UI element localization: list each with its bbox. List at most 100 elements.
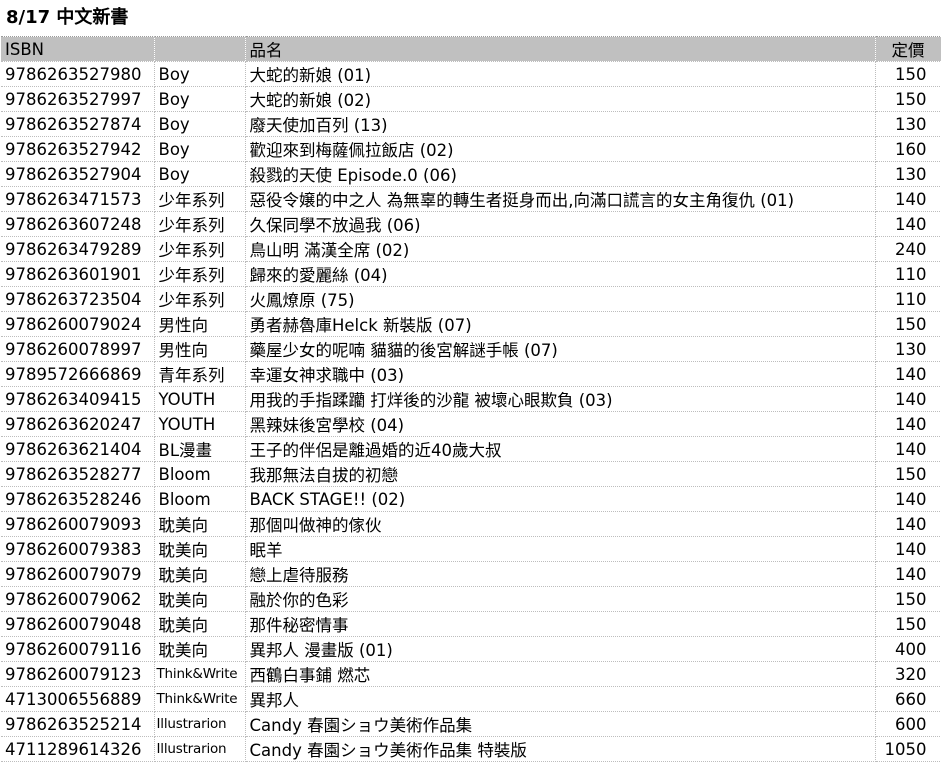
name-cell[interactable]: 惡役令嬢的中之人 為無辜的轉生者挺身而出,向滿口謊言的女主角復仇 (01): [245, 186, 876, 212]
category-cell[interactable]: Think&Write: [154, 661, 246, 687]
isbn-cell[interactable]: 9786260079079: [1, 561, 155, 587]
name-cell[interactable]: 異邦人 漫畫版 (01): [245, 636, 876, 662]
name-cell[interactable]: 那個叫做神的傢伙: [245, 511, 876, 537]
price-cell[interactable]: 140: [875, 361, 941, 387]
isbn-cell[interactable]: 9786263527980: [1, 61, 155, 87]
category-cell[interactable]: Bloom: [154, 486, 246, 512]
isbn-cell[interactable]: 9786260079383: [1, 536, 155, 562]
isbn-cell[interactable]: 9786260079123: [1, 661, 155, 687]
isbn-cell[interactable]: 9786260079024: [1, 311, 155, 337]
name-cell[interactable]: 大蛇的新娘 (01): [245, 61, 876, 87]
name-cell[interactable]: 歡迎來到梅薩佩拉飯店 (02): [245, 136, 876, 162]
price-cell[interactable]: 240: [875, 236, 941, 262]
price-cell[interactable]: 130: [875, 111, 941, 137]
name-cell[interactable]: 那件秘密情事: [245, 611, 876, 637]
category-cell[interactable]: 少年系列: [154, 236, 246, 262]
name-cell[interactable]: 殺戮的天使 Episode.0 (06): [245, 161, 876, 187]
isbn-cell[interactable]: 9786263527904: [1, 161, 155, 187]
isbn-cell[interactable]: 9786263607248: [1, 211, 155, 237]
name-cell[interactable]: 融於你的色彩: [245, 586, 876, 612]
isbn-cell[interactable]: 9786263723504: [1, 286, 155, 312]
price-cell[interactable]: 160: [875, 136, 941, 162]
isbn-cell[interactable]: 9786263525214: [1, 711, 155, 737]
name-cell[interactable]: 廢天使加百列 (13): [245, 111, 876, 137]
price-cell[interactable]: 150: [875, 461, 941, 487]
isbn-cell[interactable]: 9786260079116: [1, 636, 155, 662]
isbn-cell[interactable]: 9786260079048: [1, 611, 155, 637]
category-cell[interactable]: 耽美向: [154, 561, 246, 587]
price-cell[interactable]: 140: [875, 486, 941, 512]
category-cell[interactable]: 耽美向: [154, 611, 246, 637]
name-cell[interactable]: 王子的伴侶是離過婚的近40歲大叔: [245, 436, 876, 462]
price-cell[interactable]: 400: [875, 636, 941, 662]
price-cell[interactable]: 150: [875, 61, 941, 87]
category-cell[interactable]: 少年系列: [154, 211, 246, 237]
price-cell[interactable]: 320: [875, 661, 941, 687]
isbn-cell[interactable]: 9786260079093: [1, 511, 155, 537]
price-cell[interactable]: 140: [875, 211, 941, 237]
price-cell[interactable]: 140: [875, 536, 941, 562]
name-cell[interactable]: 戀上虐待服務: [245, 561, 876, 587]
header-category[interactable]: [154, 36, 246, 62]
isbn-cell[interactable]: 9786263527942: [1, 136, 155, 162]
isbn-cell[interactable]: 9786263621404: [1, 436, 155, 462]
name-cell[interactable]: 幸運女神求職中 (03): [245, 361, 876, 387]
header-price[interactable]: 定價: [875, 36, 941, 62]
price-cell[interactable]: 140: [875, 411, 941, 437]
name-cell[interactable]: 歸來的愛麗絲 (04): [245, 261, 876, 287]
name-cell[interactable]: BACK STAGE!! (02): [245, 486, 876, 512]
name-cell[interactable]: 久保同學不放過我 (06): [245, 211, 876, 237]
isbn-cell[interactable]: 4713006556889: [1, 686, 155, 712]
price-cell[interactable]: 150: [875, 311, 941, 337]
isbn-cell[interactable]: 9786260079062: [1, 586, 155, 612]
category-cell[interactable]: 少年系列: [154, 261, 246, 287]
isbn-cell[interactable]: 9786263601901: [1, 261, 155, 287]
category-cell[interactable]: 耽美向: [154, 511, 246, 537]
price-cell[interactable]: 600: [875, 711, 941, 737]
isbn-cell[interactable]: 9786263528277: [1, 461, 155, 487]
name-cell[interactable]: 火鳳燎原 (75): [245, 286, 876, 312]
category-cell[interactable]: 男性向: [154, 336, 246, 362]
category-cell[interactable]: YOUTH: [154, 386, 246, 412]
category-cell[interactable]: 青年系列: [154, 361, 246, 387]
price-cell[interactable]: 660: [875, 686, 941, 712]
price-cell[interactable]: 150: [875, 611, 941, 637]
category-cell[interactable]: YOUTH: [154, 411, 246, 437]
category-cell[interactable]: Boy: [154, 86, 246, 112]
isbn-cell[interactable]: 9786263528246: [1, 486, 155, 512]
price-cell[interactable]: 150: [875, 586, 941, 612]
price-cell[interactable]: 140: [875, 186, 941, 212]
category-cell[interactable]: Boy: [154, 161, 246, 187]
price-cell[interactable]: 140: [875, 386, 941, 412]
price-cell[interactable]: 140: [875, 511, 941, 537]
category-cell[interactable]: 男性向: [154, 311, 246, 337]
category-cell[interactable]: Illustrarion: [154, 711, 246, 737]
category-cell[interactable]: Boy: [154, 136, 246, 162]
isbn-cell[interactable]: 9786263620247: [1, 411, 155, 437]
price-cell[interactable]: 110: [875, 286, 941, 312]
isbn-cell[interactable]: 9786263471573: [1, 186, 155, 212]
name-cell[interactable]: Candy 春園ショウ美術作品集: [245, 711, 876, 737]
name-cell[interactable]: 用我的手指蹂躪 打烊後的沙龍 被壞心眼欺負 (03): [245, 386, 876, 412]
category-cell[interactable]: Boy: [154, 61, 246, 87]
header-name[interactable]: 品名: [245, 36, 876, 62]
name-cell[interactable]: 眠羊: [245, 536, 876, 562]
category-cell[interactable]: 耽美向: [154, 586, 246, 612]
category-cell[interactable]: Illustrarion: [154, 736, 246, 762]
isbn-cell[interactable]: 9786263409415: [1, 386, 155, 412]
name-cell[interactable]: 藥屋少女的呢喃 貓貓的後宮解謎手帳 (07): [245, 336, 876, 362]
price-cell[interactable]: 150: [875, 86, 941, 112]
isbn-cell[interactable]: 9786263527997: [1, 86, 155, 112]
name-cell[interactable]: 大蛇的新娘 (02): [245, 86, 876, 112]
price-cell[interactable]: 140: [875, 561, 941, 587]
isbn-cell[interactable]: 9786263527874: [1, 111, 155, 137]
name-cell[interactable]: 鳥山明 滿漢全席 (02): [245, 236, 876, 262]
name-cell[interactable]: 黑辣妹後宮學校 (04): [245, 411, 876, 437]
category-cell[interactable]: BL漫畫: [154, 436, 246, 462]
price-cell[interactable]: 110: [875, 261, 941, 287]
category-cell[interactable]: 少年系列: [154, 186, 246, 212]
name-cell[interactable]: 西鶴白事鋪 燃芯: [245, 661, 876, 687]
category-cell[interactable]: 耽美向: [154, 536, 246, 562]
isbn-cell[interactable]: 9786260078997: [1, 336, 155, 362]
header-isbn[interactable]: ISBN: [1, 36, 155, 62]
